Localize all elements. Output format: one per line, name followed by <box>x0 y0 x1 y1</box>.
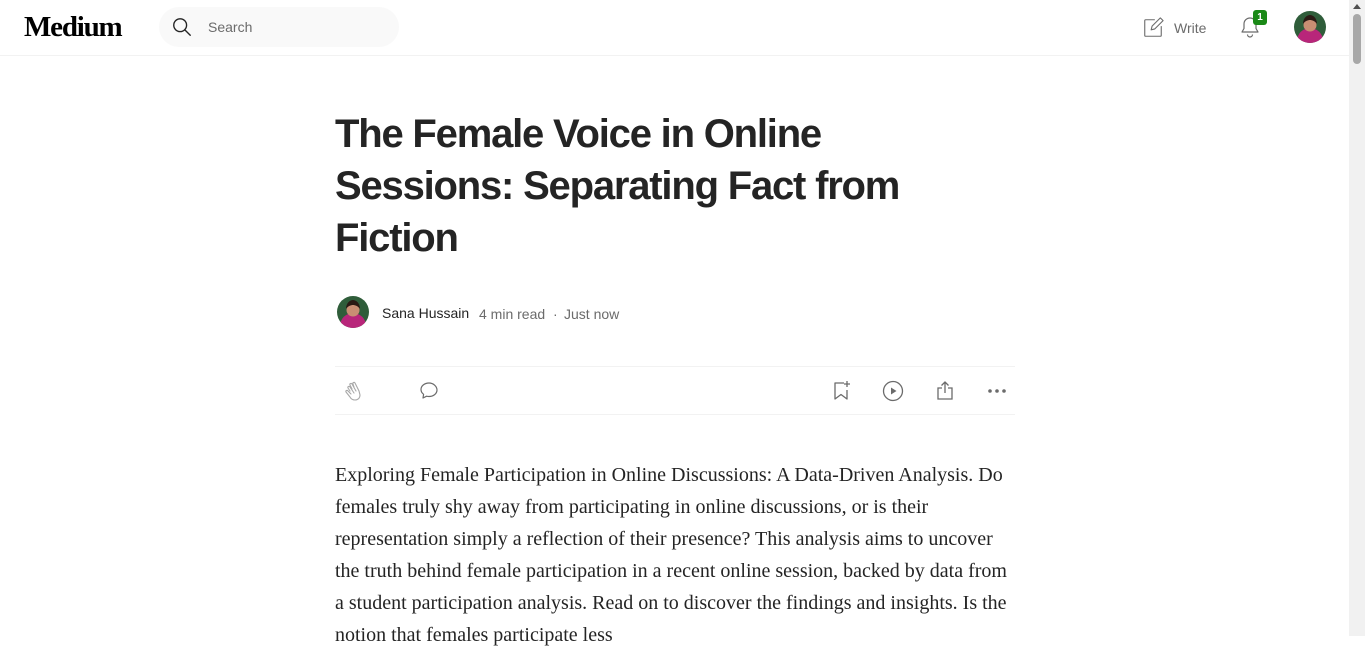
article-body-paragraph: Exploring Female Participation in Online… <box>335 464 1007 646</box>
author-avatar[interactable] <box>337 296 369 328</box>
scrollbar-thumb[interactable] <box>1353 14 1361 64</box>
search-icon <box>173 18 191 36</box>
scroll-up-arrow-icon[interactable] <box>1353 4 1361 9</box>
user-avatar-image <box>1294 11 1326 43</box>
scrollbar[interactable] <box>1349 0 1365 636</box>
more-icon <box>988 389 1006 393</box>
bookmark-add-icon <box>834 381 850 400</box>
top-navbar: Medium Write 1 <box>0 0 1349 56</box>
user-avatar[interactable] <box>1294 11 1326 43</box>
search-bar[interactable] <box>159 7 399 47</box>
share-icon <box>937 381 953 400</box>
published-time: Just now <box>564 306 620 322</box>
save-button[interactable] <box>829 379 853 403</box>
article-action-bar <box>335 366 1015 415</box>
share-button[interactable] <box>933 379 957 403</box>
write-icon <box>1144 17 1164 37</box>
comment-icon <box>420 382 438 399</box>
medium-logo[interactable]: Medium <box>24 10 123 44</box>
listen-button[interactable] <box>881 379 905 403</box>
author-avatar-image <box>337 296 369 328</box>
more-button[interactable] <box>985 379 1009 403</box>
notification-badge: 1 <box>1253 10 1267 25</box>
author-name[interactable]: Sana Hussain <box>382 305 469 321</box>
byline: Sana Hussain 4 min read · Just now <box>335 294 1015 330</box>
write-label: Write <box>1174 20 1207 36</box>
article-title: The Female Voice in Online Sessions: Sep… <box>335 112 900 260</box>
clap-icon <box>345 381 361 401</box>
article: The Female Voice in Online Sessions: Sep… <box>335 108 1015 646</box>
clap-button[interactable] <box>343 379 367 403</box>
comment-button[interactable] <box>417 379 441 403</box>
write-button[interactable]: Write <box>1142 14 1206 42</box>
play-icon <box>882 380 904 402</box>
byline-separator: · <box>553 306 558 322</box>
search-input[interactable] <box>206 17 386 37</box>
read-time: 4 min read <box>479 306 546 322</box>
